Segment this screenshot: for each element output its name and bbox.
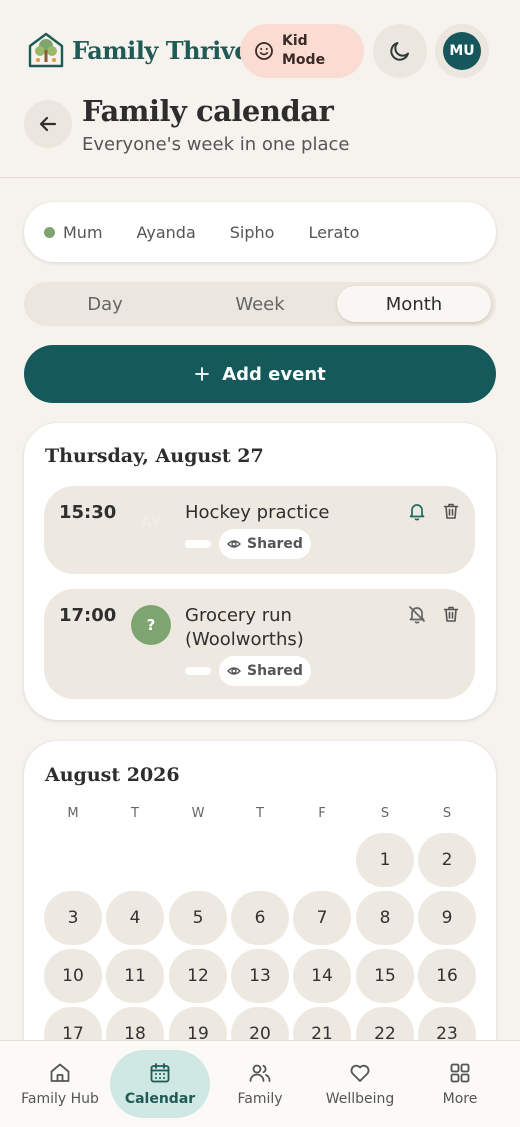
calendar-day[interactable]: 9 <box>418 891 476 945</box>
calendar-day[interactable]: 5 <box>169 891 227 945</box>
bell-off-icon <box>409 606 425 624</box>
calendar-day[interactable]: 3 <box>44 891 102 945</box>
calendar-day[interactable]: 7 <box>293 891 351 945</box>
home-icon <box>50 1063 70 1082</box>
delete-event-button[interactable] <box>440 603 462 625</box>
weekday-label: S <box>442 806 452 821</box>
calendar-day[interactable]: 2 <box>418 833 476 887</box>
nav-item-wellbeing[interactable]: Wellbeing <box>310 1050 410 1118</box>
avatar: MU <box>443 32 481 70</box>
member-label: Lerato <box>308 222 360 242</box>
profile-button[interactable]: MU <box>435 24 489 78</box>
member-chip-ayanda[interactable]: Ayanda <box>137 223 196 242</box>
kid-mode-label: Kid Mode <box>282 33 326 68</box>
top-bar: Family Thrive Kid Mode MU <box>0 0 520 100</box>
member-chip-mum[interactable]: Mum <box>44 223 103 242</box>
calendar-day[interactable]: 15 <box>356 949 414 1003</box>
nav-item-family[interactable]: Family <box>210 1050 310 1118</box>
tab-day[interactable]: Day <box>28 286 182 322</box>
users-icon <box>249 1064 271 1082</box>
calendar-day[interactable]: 11 <box>106 949 164 1003</box>
nav-item-calendar[interactable]: Calendar <box>110 1050 210 1118</box>
tab-month[interactable]: Month <box>337 286 491 322</box>
day-events-card: Thursday, August 27 15:30 AY Hockey prac… <box>24 423 496 720</box>
event-card[interactable]: 17:00 ? Grocery run (Woolworths) Shared <box>44 589 475 699</box>
weekday-label: M <box>67 806 79 821</box>
reminder-toggle[interactable] <box>406 603 428 625</box>
weekday-label: T <box>256 806 264 821</box>
calendar-day[interactable]: 6 <box>231 891 289 945</box>
weekday-label: S <box>380 806 390 821</box>
plus-icon <box>195 367 210 381</box>
event-member-avatar: AY <box>140 513 162 531</box>
weekday-label: W <box>191 806 205 821</box>
add-event-button[interactable]: Add event <box>24 345 496 403</box>
calendar-icon <box>150 1063 170 1083</box>
visibility-label: Shared <box>247 536 303 552</box>
page-subtitle: Everyone's week in one place <box>82 134 350 155</box>
calendar-day[interactable]: 1 <box>356 833 414 887</box>
weekday-label: F <box>318 806 326 821</box>
family-tree-logo-icon <box>28 32 64 68</box>
calendar-day[interactable]: 10 <box>44 949 102 1003</box>
trash-icon <box>443 606 459 622</box>
calendar-day[interactable]: 13 <box>231 949 289 1003</box>
add-event-label: Add event <box>222 363 326 385</box>
nav-label: Wellbeing <box>325 1091 395 1107</box>
member-color-dot <box>44 226 55 238</box>
visibility-label: Shared <box>247 663 303 679</box>
page-title: Family calendar <box>82 94 334 128</box>
member-filter: Mum Ayanda Sipho Lerato <box>24 202 496 262</box>
tab-week[interactable]: Week <box>183 286 337 322</box>
nav-label: Family <box>237 1091 283 1107</box>
event-time: 15:30 <box>59 502 117 523</box>
weekday-label: T <box>131 806 139 821</box>
bell-icon <box>409 504 425 521</box>
member-label: Sipho <box>229 222 275 242</box>
member-label: Ayanda <box>136 222 196 242</box>
arrow-left-icon <box>39 116 57 132</box>
calendar-day[interactable]: 4 <box>106 891 164 945</box>
moon-icon <box>390 42 409 61</box>
eye-icon <box>227 667 242 675</box>
member-label: Mum <box>63 222 103 242</box>
header-divider <box>0 177 520 178</box>
view-switcher: Day Week Month <box>24 282 496 326</box>
kid-mode-button[interactable]: Kid Mode <box>240 24 364 78</box>
reminder-toggle[interactable] <box>406 500 428 522</box>
trash-icon <box>443 503 459 519</box>
event-card[interactable]: 15:30 AY Hockey practice Shared <box>44 486 475 574</box>
calendar-day[interactable]: 8 <box>356 891 414 945</box>
brand-name: Family Thrive <box>72 36 250 65</box>
smiley-icon <box>255 42 273 60</box>
back-button[interactable] <box>24 100 72 148</box>
nav-item-more[interactable]: More <box>410 1050 510 1118</box>
event-color-bar <box>185 667 211 675</box>
grid-icon <box>450 1063 470 1083</box>
month-title: August 2026 <box>45 764 180 786</box>
visibility-badge: Shared <box>219 656 311 686</box>
event-member-avatar: ? <box>131 605 171 645</box>
calendar-day[interactable]: 16 <box>418 949 476 1003</box>
calendar-day[interactable]: 12 <box>169 949 227 1003</box>
event-title: Grocery run (Woolworths) <box>185 605 304 650</box>
dark-mode-toggle[interactable] <box>373 24 427 78</box>
member-chip-sipho[interactable]: Sipho <box>230 223 275 242</box>
nav-label: Calendar <box>124 1091 196 1107</box>
eye-icon <box>227 540 242 548</box>
visibility-badge: Shared <box>219 529 311 559</box>
event-time: 17:00 <box>59 605 117 626</box>
calendar-day[interactable]: 14 <box>293 949 351 1003</box>
nav-label: More <box>442 1091 478 1107</box>
nav-item-family-hub[interactable]: Family Hub <box>10 1050 110 1118</box>
member-chip-lerato[interactable]: Lerato <box>308 223 359 242</box>
event-title: Hockey practice <box>185 502 330 523</box>
day-title: Thursday, August 27 <box>45 445 264 467</box>
bottom-navigation: Family Hub Calendar Family Wellbeing Mor… <box>0 1040 520 1127</box>
nav-label: Family Hub <box>21 1091 99 1107</box>
heart-icon <box>350 1064 370 1082</box>
event-color-bar <box>185 540 211 548</box>
delete-event-button[interactable] <box>440 500 462 522</box>
